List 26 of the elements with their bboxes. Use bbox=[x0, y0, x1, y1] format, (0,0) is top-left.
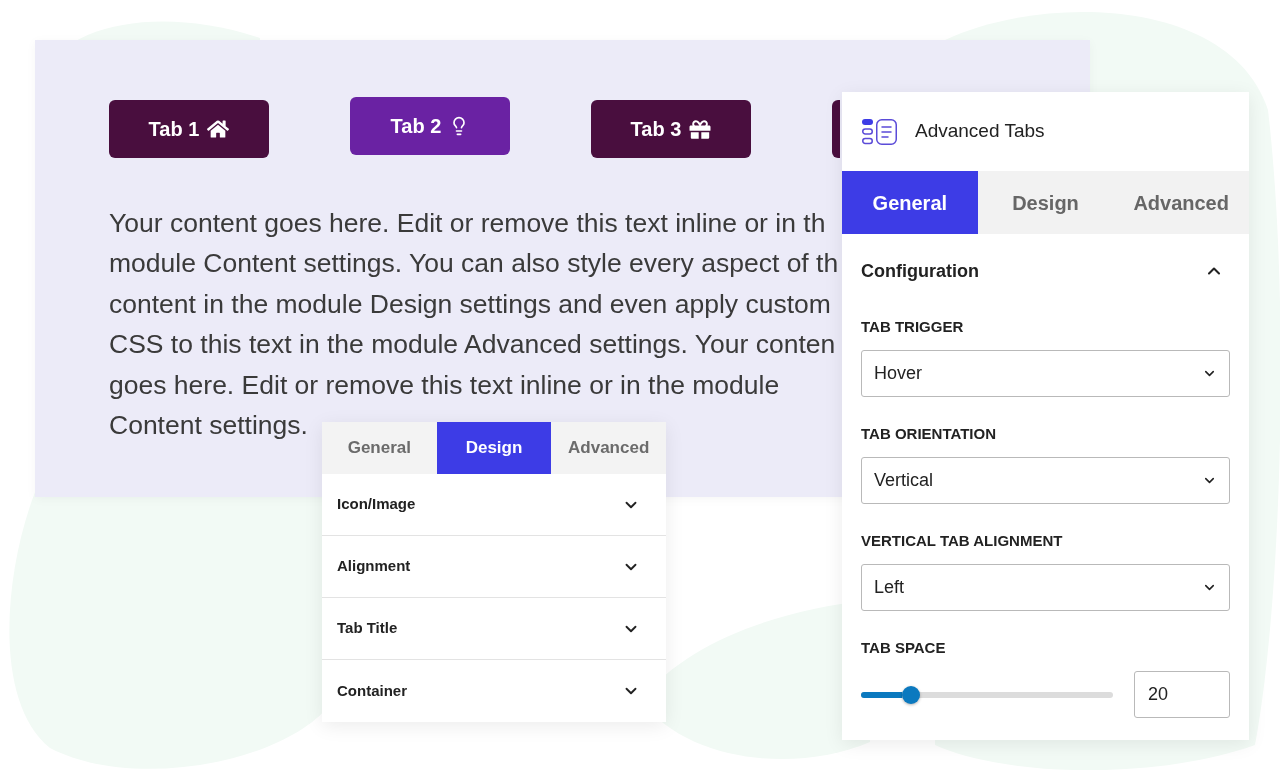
tab-button[interactable]: Tab 1 bbox=[109, 100, 269, 158]
field-label: TAB SPACE bbox=[861, 639, 946, 657]
section-header[interactable]: Configuration bbox=[861, 253, 1230, 289]
tab[interactable]: Design bbox=[977, 171, 1114, 234]
tab[interactable]: Advanced bbox=[1113, 171, 1249, 234]
accordion-header[interactable]: Container bbox=[322, 660, 666, 722]
tabs-list-icon bbox=[861, 117, 897, 146]
tab-button[interactable]: Tab 3 bbox=[591, 100, 751, 158]
slider-thumb[interactable] bbox=[902, 685, 921, 704]
field-label: VERTICAL TAB ALIGNMENT bbox=[861, 532, 1063, 550]
tab-button[interactable] bbox=[832, 100, 840, 158]
gift-icon bbox=[689, 118, 712, 140]
tab[interactable]: Design bbox=[436, 422, 552, 474]
tab-button[interactable]: Tab 2 bbox=[350, 97, 510, 155]
number-input[interactable]: 20 bbox=[1134, 671, 1230, 718]
accordion-header[interactable]: Alignment bbox=[322, 536, 666, 598]
tab[interactable]: General bbox=[842, 171, 978, 234]
house-icon bbox=[207, 119, 230, 139]
accordion-header[interactable]: Tab Title bbox=[322, 598, 666, 660]
dropdown[interactable]: Left bbox=[861, 564, 1230, 611]
accordion-header[interactable]: Icon/Image bbox=[322, 474, 666, 536]
dropdown[interactable]: Hover bbox=[861, 350, 1230, 397]
panel-title: Advanced Tabs bbox=[915, 119, 1045, 144]
field-label: TAB ORIENTATION bbox=[861, 425, 996, 443]
field-label: TAB TRIGGER bbox=[861, 318, 964, 336]
dropdown[interactable]: Vertical bbox=[861, 457, 1230, 504]
